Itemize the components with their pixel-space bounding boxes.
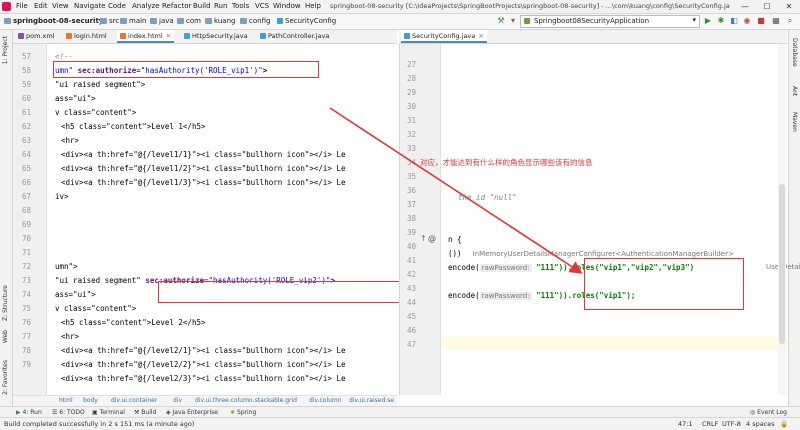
status-message[interactable]: Build completed successfully in 2 s 151 … <box>4 420 194 428</box>
html-crumb[interactable]: div.ui.raised.se <box>349 397 394 404</box>
tool-label: Build <box>141 409 157 416</box>
html-crumb[interactable]: div.ui.three.column.stackable.grid <box>195 397 297 404</box>
html-crumb[interactable]: div.column <box>309 397 342 404</box>
html-crumb[interactable]: body <box>83 397 98 404</box>
html-crumb[interactable]: div.ui.container <box>111 397 157 404</box>
tool-label: 4: Run <box>22 409 42 416</box>
spring-leaf-icon: ❦ <box>230 409 237 416</box>
tool-label: Spring <box>236 409 257 416</box>
spring-tool-button[interactable]: ❦ Spring <box>230 409 256 416</box>
lock-icon[interactable]: 🔒 <box>780 420 788 428</box>
indent-setting[interactable]: 4 spaces <box>746 420 775 428</box>
tool-label: 6: TODO <box>59 409 85 416</box>
annotation-text: 对应，才能达到有什么样的角色显示哪些该有的信息 <box>420 158 593 167</box>
todo-tool-button[interactable]: ☰ 6: TODO <box>52 409 85 416</box>
status-bar: Build completed successfully in 2 s 151 … <box>0 417 800 430</box>
html-crumb[interactable]: div <box>173 397 182 404</box>
tool-label: Terminal <box>99 409 125 416</box>
build-tool-button[interactable]: ⚒ Build <box>134 409 156 416</box>
tool-label: Java Enterprise <box>172 409 218 416</box>
line-separator[interactable]: CRLF <box>702 420 718 428</box>
tool-label: Event Log <box>757 409 787 416</box>
terminal-icon: ▣ <box>92 409 100 416</box>
file-encoding[interactable]: UTF-8 <box>722 420 741 428</box>
java-enterprise-tool-button[interactable]: ◈ Java Enterprise <box>166 409 218 416</box>
html-crumb[interactable]: html <box>59 397 73 404</box>
cursor-position[interactable]: 47:1 <box>678 420 693 428</box>
run-tool-button[interactable]: ▶ 4: Run <box>16 409 42 416</box>
terminal-tool-button[interactable]: ▣ Terminal <box>92 409 125 416</box>
annotation-arrow-overlay <box>329 107 583 274</box>
html-breadcrumb: html body div.ui.container div div.ui.th… <box>13 395 397 406</box>
event-log-tool-button[interactable]: ◎ Event Log <box>750 409 787 416</box>
annotation-arrow <box>329 107 583 274</box>
